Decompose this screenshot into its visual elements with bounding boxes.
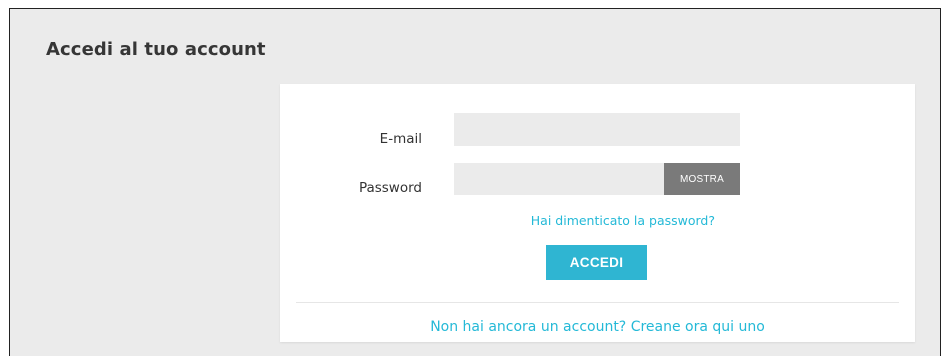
password-input[interactable] — [454, 163, 664, 195]
password-label: Password — [358, 180, 422, 196]
login-button[interactable]: ACCEDI — [546, 245, 647, 280]
create-account-link[interactable]: Non hai ancora un account? Creane ora qu… — [280, 319, 915, 335]
forgot-password-row: Hai dimenticato la password? — [454, 213, 740, 228]
page-container: Accedi al tuo account E-mail Password MO… — [9, 8, 941, 356]
email-label: E-mail — [379, 131, 422, 147]
divider — [296, 302, 899, 303]
login-card: E-mail Password MOSTRA Hai dimenticato l… — [280, 84, 915, 342]
page-title: Accedi al tuo account — [46, 39, 266, 60]
email-input[interactable] — [454, 113, 740, 146]
forgot-password-link[interactable]: Hai dimenticato la password? — [531, 213, 715, 228]
show-password-button[interactable]: MOSTRA — [664, 163, 740, 195]
